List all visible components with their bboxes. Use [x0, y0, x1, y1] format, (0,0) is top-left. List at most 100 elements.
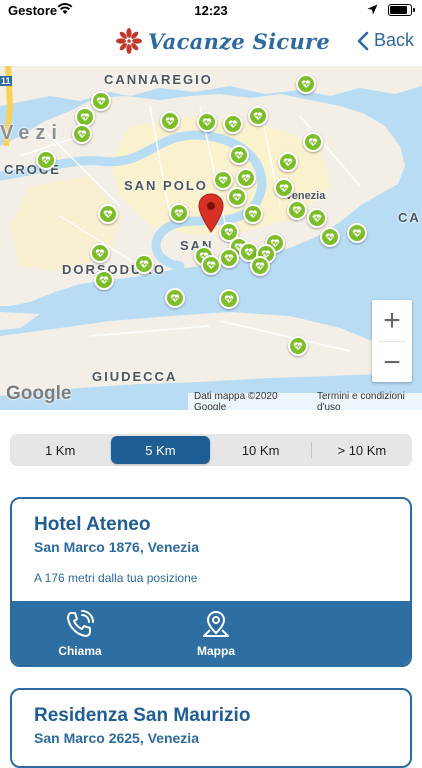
poi-marker[interactable]: [303, 132, 323, 152]
heart-pulse-icon: [292, 206, 302, 214]
map-label-san-polo: SAN POLO: [124, 178, 208, 193]
road-shield: 11: [0, 76, 12, 86]
poi-marker[interactable]: [227, 187, 247, 207]
poi-marker[interactable]: [90, 243, 110, 263]
segment-over-10km[interactable]: > 10 Km: [313, 436, 411, 464]
battery-icon: [388, 4, 415, 16]
poi-marker[interactable]: [219, 248, 239, 268]
heart-pulse-icon: [224, 254, 234, 262]
heart-pulse-icon: [253, 112, 263, 120]
map-label-venezia-partial: Vezi: [0, 122, 63, 144]
poi-marker[interactable]: [201, 255, 221, 275]
poi-marker[interactable]: [165, 288, 185, 308]
heart-pulse-icon: [41, 156, 51, 164]
poi-marker[interactable]: [72, 124, 92, 144]
heart-pulse-icon: [308, 138, 318, 146]
flower-logo-icon: [116, 28, 142, 54]
chevron-left-icon: [357, 31, 369, 50]
result-card[interactable]: Residenza San Maurizio San Marco 2625, V…: [10, 688, 412, 768]
clock: 12:23: [194, 3, 228, 18]
heart-pulse-icon: [232, 193, 242, 201]
heart-pulse-icon: [224, 295, 234, 303]
map-attribution: Dati mappa ©2020 Google Termini e condiz…: [188, 390, 422, 411]
segment-1km[interactable]: 1 Km: [11, 436, 109, 464]
heart-pulse-icon: [241, 174, 251, 182]
map-data-credit: Dati mappa ©2020 Google: [194, 390, 278, 411]
poi-marker[interactable]: [288, 336, 308, 356]
heart-pulse-icon: [352, 229, 362, 237]
poi-marker[interactable]: [243, 204, 263, 224]
segment-10km[interactable]: 10 Km: [212, 436, 310, 464]
heart-pulse-icon: [170, 294, 180, 302]
zoom-out-button[interactable]: −: [372, 342, 412, 383]
map-view[interactable]: CANNAREGIO Vezi CROCE SAN POLO Venezia C…: [0, 66, 422, 410]
heart-pulse-icon: [80, 113, 90, 121]
heart-pulse-icon: [228, 120, 238, 128]
map-terms-link[interactable]: Termini e condizioni d'uso: [317, 391, 422, 411]
location-pin-icon[interactable]: [198, 193, 224, 233]
result-card[interactable]: Hotel Ateneo San Marco 1876, Venezia A 1…: [10, 497, 412, 667]
poi-marker[interactable]: [278, 152, 298, 172]
heart-pulse-icon: [248, 210, 258, 218]
poi-marker[interactable]: [236, 168, 256, 188]
poi-marker[interactable]: [347, 223, 367, 243]
poi-marker[interactable]: [134, 254, 154, 274]
poi-marker[interactable]: [94, 270, 114, 290]
card-actions: Chiama Mappa: [12, 601, 410, 665]
heart-pulse-icon: [103, 210, 113, 218]
poi-marker[interactable]: [91, 91, 111, 111]
heart-pulse-icon: [301, 80, 311, 88]
poi-marker[interactable]: [229, 145, 249, 165]
heart-pulse-icon: [95, 249, 105, 257]
map-pin-icon: [203, 610, 229, 637]
map-label-cannaregio: CANNAREGIO: [104, 72, 213, 87]
heart-pulse-icon: [218, 176, 228, 184]
poi-marker[interactable]: [169, 203, 189, 223]
heart-pulse-icon: [77, 130, 87, 138]
heart-pulse-icon: [255, 262, 265, 270]
back-button[interactable]: Back: [357, 30, 414, 51]
call-button[interactable]: Chiama: [12, 601, 148, 665]
poi-marker[interactable]: [98, 204, 118, 224]
heart-pulse-icon: [234, 151, 244, 159]
heart-pulse-icon: [206, 261, 216, 269]
heart-pulse-icon: [99, 276, 109, 284]
heart-pulse-icon: [312, 214, 322, 222]
heart-pulse-icon: [293, 342, 303, 350]
heart-pulse-icon: [139, 260, 149, 268]
hotel-name: Residenza San Maurizio: [34, 705, 251, 726]
poi-marker[interactable]: [250, 256, 270, 276]
poi-marker[interactable]: [287, 200, 307, 220]
phone-icon: [67, 609, 94, 637]
navigation-bar: Vacanze Sicure Back: [0, 22, 422, 66]
poi-marker[interactable]: [197, 112, 217, 132]
map-label-ca-partial: CA: [398, 210, 421, 225]
poi-marker[interactable]: [320, 227, 340, 247]
heart-pulse-icon: [202, 118, 212, 126]
heart-pulse-icon: [96, 97, 106, 105]
back-label: Back: [373, 30, 414, 50]
poi-marker[interactable]: [307, 208, 327, 228]
poi-marker[interactable]: [160, 111, 180, 131]
poi-marker[interactable]: [213, 170, 233, 190]
heart-pulse-icon: [283, 158, 293, 166]
map-button[interactable]: Mappa: [148, 601, 284, 665]
segment-5km[interactable]: 5 Km: [111, 436, 210, 464]
poi-marker[interactable]: [36, 150, 56, 170]
heart-pulse-icon: [174, 209, 184, 217]
distance-filter: 1 Km 5 Km 10 Km > 10 Km: [10, 434, 412, 466]
heart-pulse-icon: [325, 233, 335, 241]
hotel-address: San Marco 2625, Venezia: [34, 730, 199, 746]
poi-marker[interactable]: [223, 114, 243, 134]
brand-name: Vacanze Sicure: [148, 28, 331, 54]
poi-marker[interactable]: [248, 106, 268, 126]
heart-pulse-icon: [279, 184, 289, 192]
google-logo: Google: [6, 383, 72, 404]
zoom-in-button[interactable]: +: [372, 300, 412, 341]
zoom-control: + −: [372, 300, 412, 382]
poi-marker[interactable]: [296, 74, 316, 94]
heart-pulse-icon: [165, 117, 175, 125]
poi-marker[interactable]: [274, 178, 294, 198]
poi-marker[interactable]: [219, 289, 239, 309]
brand-logo: Vacanze Sicure: [116, 28, 330, 54]
